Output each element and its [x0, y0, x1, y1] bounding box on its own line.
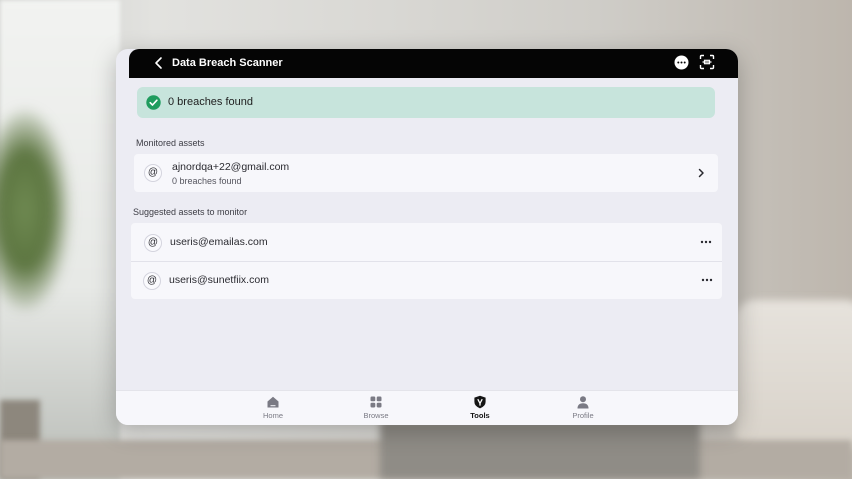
- back-arrow-icon[interactable]: [151, 55, 167, 71]
- nav-label-profile: Profile: [572, 411, 594, 420]
- background-table: [380, 420, 700, 479]
- app-window: Data Breach Scanner 0 breaches found Mon…: [116, 49, 738, 425]
- chevron-right-icon: [698, 168, 704, 178]
- screen-capture-icon[interactable]: [699, 54, 715, 70]
- breach-status-banner: 0 breaches found: [137, 87, 715, 118]
- more-options-icon[interactable]: [674, 55, 689, 70]
- at-sign-icon: @: [143, 272, 161, 290]
- shield-icon: [474, 395, 486, 409]
- suggested-assets-list: @ useris@emailas.com @ useris@sunetfiix.…: [131, 223, 722, 299]
- suggested-asset-row[interactable]: @ useris@sunetfiix.com: [131, 262, 722, 299]
- nav-item-browse[interactable]: Browse: [351, 395, 401, 425]
- page-title: Data Breach Scanner: [172, 57, 283, 69]
- check-circle-icon: [146, 95, 161, 110]
- nav-item-home[interactable]: Home: [248, 395, 298, 425]
- grid-icon: [370, 396, 382, 408]
- monitored-assets-label: Monitored assets: [136, 138, 205, 148]
- title-bar: Data Breach Scanner: [129, 49, 738, 78]
- person-icon: [577, 396, 589, 409]
- at-sign-icon: @: [144, 234, 162, 252]
- background-sofa: [735, 300, 852, 450]
- suggested-email: useris@sunetfiix.com: [169, 274, 269, 286]
- more-horizontal-icon[interactable]: [701, 278, 713, 282]
- home-icon: [267, 396, 279, 408]
- nav-item-tools[interactable]: Tools: [455, 395, 505, 425]
- suggested-email: useris@emailas.com: [170, 236, 268, 248]
- nav-label-home: Home: [262, 411, 283, 420]
- nav-label-tools: Tools: [470, 411, 490, 420]
- more-horizontal-icon[interactable]: [700, 240, 712, 244]
- breach-status-text: 0 breaches found: [168, 96, 254, 108]
- nav-item-profile[interactable]: Profile: [558, 395, 608, 425]
- bottom-navigation: Home Browse Tools Profile: [116, 390, 738, 425]
- monitored-status: 0 breaches found: [172, 176, 242, 186]
- monitored-email: ajnordqa+22@gmail.com: [172, 161, 290, 173]
- suggested-asset-row[interactable]: @ useris@emailas.com: [131, 223, 722, 261]
- at-sign-icon: @: [144, 164, 162, 182]
- suggested-assets-label: Suggested assets to monitor: [133, 207, 248, 217]
- nav-label-browse: Browse: [363, 411, 389, 420]
- monitored-asset-row[interactable]: @ ajnordqa+22@gmail.com 0 breaches found: [134, 154, 718, 192]
